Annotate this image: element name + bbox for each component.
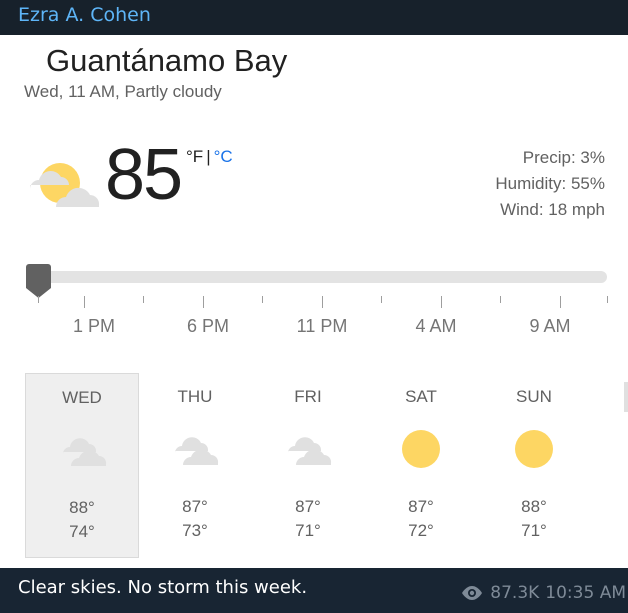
timeline-slider-handle[interactable]: [26, 264, 51, 298]
day-name: SUN: [516, 387, 552, 406]
day-high-temp: 88°: [521, 497, 547, 516]
location-title: Guantánamo Bay: [46, 43, 288, 78]
day-name: SAT: [405, 387, 437, 406]
timeline-tick-major: [84, 296, 85, 308]
unit-toggle: °F | °C: [186, 147, 233, 167]
message-time: 10:35 AM: [545, 583, 626, 603]
day-low-temp: 72°: [408, 521, 434, 540]
cloudy-icon: [171, 429, 219, 469]
day-name: THU: [177, 387, 213, 406]
day-forecast-fri[interactable]: FRI 87° 71°: [251, 373, 365, 558]
day-high-temp: 87°: [408, 497, 434, 516]
message-header: Ezra A. Cohen: [0, 0, 628, 35]
day-forecast-sun[interactable]: SUN 88° 71°: [477, 373, 591, 558]
sunny-icon: [397, 429, 445, 469]
unit-celsius[interactable]: °C: [214, 147, 233, 166]
day-low-temp: 71°: [521, 521, 547, 540]
weather-stats: Precip: 3% Humidity: 55% Wind: 18 mph: [495, 145, 605, 223]
timeline-tick-major: [203, 296, 204, 308]
message-footer: Clear skies. No storm this week. 87.3K 1…: [0, 568, 628, 613]
timeline-hour-label[interactable]: 6 PM: [187, 316, 229, 337]
current-temperature: 85: [105, 135, 183, 215]
wind-value: Wind: 18 mph: [500, 200, 605, 219]
timeline-tick-minor: [500, 296, 501, 303]
timeline-tick-minor: [38, 296, 39, 303]
day-name: WED: [62, 388, 102, 407]
timeline-hour-label[interactable]: 11 PM: [297, 316, 348, 337]
day-high-temp: 87°: [182, 497, 208, 516]
partly-cloudy-icon: [30, 163, 100, 207]
day-low-temp: 74°: [69, 522, 95, 541]
next-day-peek: [624, 382, 628, 412]
humidity-value: Humidity: 55%: [495, 174, 605, 193]
weather-card: Guantánamo Bay Wed, 11 AM, Partly cloudy…: [0, 35, 628, 568]
sunny-icon: [510, 429, 558, 469]
day-low-temp: 71°: [295, 521, 321, 540]
eye-icon: [462, 586, 483, 600]
unit-separator: |: [206, 147, 211, 166]
timeline-tick-major: [322, 296, 323, 308]
daily-forecast: WED 88° 74° THU 87° 73° FRI 87° 71° SAT 87° 72° SUN 8…: [25, 373, 628, 558]
view-count: 87.3K: [490, 583, 540, 603]
message-caption: Clear skies. No storm this week.: [18, 577, 308, 598]
timeline-tick-minor: [143, 296, 144, 303]
weather-subtitle: Wed, 11 AM, Partly cloudy: [24, 82, 222, 101]
timeline-tick-minor: [381, 296, 382, 303]
day-low-temp: 73°: [182, 521, 208, 540]
cloudy-icon: [59, 430, 107, 470]
timeline-hour-label[interactable]: 4 AM: [415, 316, 456, 337]
precip-value: Precip: 3%: [522, 148, 605, 167]
timeline-tick-minor: [607, 296, 608, 303]
timeline-hour-label[interactable]: 9 AM: [529, 316, 570, 337]
day-forecast-wed[interactable]: WED 88° 74°: [25, 373, 139, 558]
timeline-tick-minor: [262, 296, 263, 303]
timeline-hour-label[interactable]: 1 PM: [73, 316, 115, 337]
timeline-tick-major: [441, 296, 442, 308]
unit-fahrenheit[interactable]: °F: [186, 147, 203, 166]
timeline-tick-major: [560, 296, 561, 308]
timeline-track[interactable]: [26, 271, 607, 283]
day-high-temp: 87°: [295, 497, 321, 516]
day-forecast-sat[interactable]: SAT 87° 72°: [364, 373, 478, 558]
cloudy-icon: [284, 429, 332, 469]
day-high-temp: 88°: [69, 498, 95, 517]
day-name: FRI: [294, 387, 322, 406]
message-meta: 87.3K 10:35 AM: [460, 583, 626, 603]
sender-name[interactable]: Ezra A. Cohen: [18, 4, 151, 26]
day-forecast-thu[interactable]: THU 87° 73°: [138, 373, 252, 558]
